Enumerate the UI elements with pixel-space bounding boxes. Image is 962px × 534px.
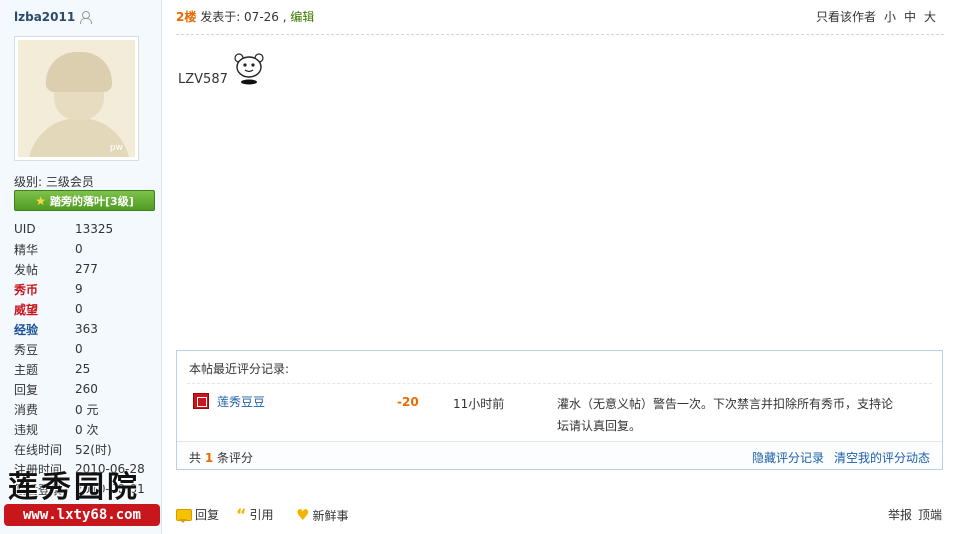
stat-value: 52(时) — [75, 442, 112, 457]
post-header: 2楼 发表于: 07-26 , 编辑 只看该作者 小 中 大 — [176, 8, 944, 28]
fresh-news-label: 新鲜事 — [312, 508, 349, 523]
quote-icon: “ — [236, 504, 247, 524]
stat-key: 违规 — [14, 422, 39, 437]
level-badge: ★ 踏旁的落叶[3级] — [14, 190, 155, 211]
stat-value: 0 — [75, 302, 83, 316]
stat-key: 消费 — [14, 402, 39, 417]
back-to-top-link[interactable]: 顶端 — [918, 506, 942, 523]
rating-count-number: 1 — [204, 451, 214, 465]
font-size-medium[interactable]: 中 — [904, 8, 916, 25]
rating-count-suffix: 条评分 — [217, 451, 254, 465]
stat-row: 精华 0 — [14, 239, 159, 259]
rating-footer: 共 1 条评分 隐藏评分记录 清空我的评分动态 — [177, 441, 942, 469]
post-content: LZV587 — [178, 72, 228, 87]
header-tools: 只看该作者 小 中 大 — [816, 8, 936, 25]
stat-key: 威望 — [14, 302, 39, 317]
rating-reason: 灌水（无意义帖）警告一次。下次禁言并扣除所有秀币，支持论坛请认真回复。 — [557, 397, 894, 433]
rating-links: 隐藏评分记录 清空我的评分动态 — [752, 449, 930, 466]
header-divider — [176, 34, 944, 35]
rating-title: 本帖最近评分记录: — [189, 362, 290, 376]
stat-value: 0 次 — [75, 422, 99, 437]
stat-key: 秀币 — [14, 282, 39, 297]
stat-row: 秀豆 0 — [14, 339, 159, 359]
stat-key: UID — [14, 222, 36, 236]
author-sidebar: lzba2011 pw 级别: 三级会员 ★ 踏旁的落叶[3级] UID 1332… — [0, 0, 162, 534]
avatar-image: pw — [18, 40, 135, 157]
stat-key: 回复 — [14, 382, 39, 397]
username-row: lzba2011 — [14, 10, 93, 24]
level-badge-label: 踏旁的落叶[3级] — [50, 194, 134, 208]
hide-ratings-link[interactable]: 隐藏评分记录 — [752, 449, 824, 466]
watermark-title: 莲秀园院 — [8, 470, 140, 505]
stat-value: 0 — [75, 242, 83, 256]
header-separator: , — [278, 10, 291, 24]
stat-value: 9 — [75, 282, 83, 296]
stat-row: 消费 0 元 — [14, 399, 159, 419]
quote-label: 引用 — [249, 508, 274, 522]
stat-value: 363 — [75, 322, 98, 336]
rating-count: 共 1 条评分 — [189, 449, 253, 466]
stat-key: 发帖 — [14, 262, 39, 277]
stat-value: 277 — [75, 262, 98, 276]
stat-row: 威望 0 — [14, 299, 159, 319]
heart-icon: ♥ — [296, 506, 310, 524]
user-status-icon — [80, 11, 93, 24]
stat-value: 13325 — [75, 222, 114, 236]
rating-score: -20 — [397, 395, 419, 409]
stat-row: 回复 260 — [14, 379, 159, 399]
report-link[interactable]: 举报 — [888, 506, 912, 523]
stat-key: 经验 — [14, 322, 39, 337]
rating-count-prefix: 共 — [189, 451, 202, 465]
bar-right-links: 举报 顶端 — [888, 506, 942, 523]
reply-button[interactable]: 回复 — [176, 506, 219, 523]
stat-row: 主题 25 — [14, 359, 159, 379]
watermark-url: www.lxty68.com — [4, 504, 160, 526]
font-size-large[interactable]: 大 — [924, 8, 936, 25]
avatar-tag: pw — [109, 143, 123, 153]
stat-key: 精华 — [14, 242, 39, 257]
reply-icon — [176, 508, 192, 523]
star-icon: ★ — [35, 193, 47, 208]
stat-row: 秀币 9 — [14, 279, 159, 299]
stat-row: 经验 363 — [14, 319, 159, 339]
edit-link[interactable]: 编辑 — [290, 10, 314, 24]
posted-prefix: 发表于: — [200, 10, 245, 24]
username-link[interactable]: lzba2011 — [14, 10, 75, 24]
rater-avatar-icon[interactable] — [193, 393, 209, 409]
clear-my-ratings-link[interactable]: 清空我的评分动态 — [834, 449, 930, 466]
rater-name-link[interactable]: 莲秀豆豆 — [217, 393, 265, 410]
avatar[interactable]: pw — [14, 36, 139, 161]
rating-divider — [187, 383, 932, 384]
stat-row: 发帖 277 — [14, 259, 159, 279]
reply-label: 回复 — [195, 508, 220, 522]
stat-value: 0 — [75, 342, 83, 356]
stat-key: 秀豆 — [14, 342, 39, 357]
stat-row: 违规 0 次 — [14, 419, 159, 439]
rating-time: 11小时前 — [453, 397, 505, 411]
stat-row: 在线时间 52(时) — [14, 439, 159, 459]
floor-number: 2楼 — [176, 10, 197, 24]
stat-value: 260 — [75, 382, 98, 396]
author-stats: UID 13325 精华 0 发帖 277 秀币 9 威望 0 经验 363 秀豆 0 主题 25 回复 260 消… — [14, 219, 159, 499]
stat-key: 主题 — [14, 362, 39, 377]
post-action-bar: 回复 “ 引用 ♥ 新鲜事 举报 顶端 — [176, 506, 944, 526]
rating-records-box: 本帖最近评分记录: 莲秀豆豆 -20 11小时前 灌水（无意义帖）警告一次。下次… — [176, 350, 943, 470]
member-level: 级别: 三级会员 — [14, 175, 94, 189]
fresh-news-button[interactable]: ♥ 新鲜事 — [296, 506, 348, 524]
stat-key: 在线时间 — [14, 442, 63, 457]
smiley-emoticon-icon — [234, 53, 264, 85]
font-size-small[interactable]: 小 — [884, 8, 896, 25]
rating-record-row: 莲秀豆豆 -20 11小时前 灌水（无意义帖）警告一次。下次禁言并扣除所有秀币，… — [191, 393, 931, 433]
posted-date: 07-26 — [244, 10, 279, 24]
stat-row: UID 13325 — [14, 219, 159, 239]
stat-value: 25 — [75, 362, 91, 376]
quote-button[interactable]: “ 引用 — [236, 506, 274, 523]
only-author-link[interactable]: 只看该作者 — [816, 8, 876, 25]
site-watermark-logo: 莲秀园院 www.lxty68.com — [4, 460, 160, 530]
stat-value: 0 元 — [75, 402, 99, 417]
